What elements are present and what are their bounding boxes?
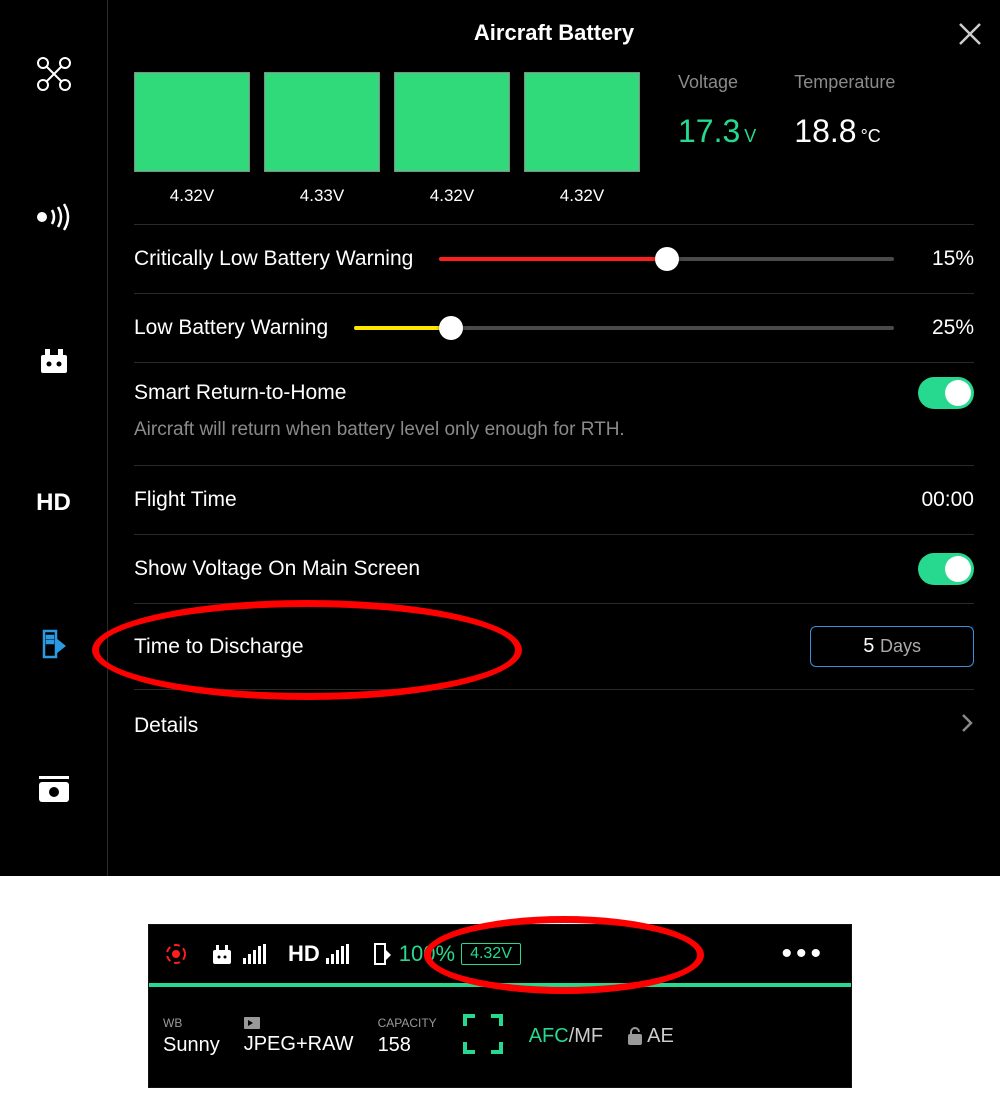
- cell-level-indicator: [134, 72, 250, 172]
- sidebar-item-hd[interactable]: HD: [30, 479, 78, 527]
- sidebar-item-aircraft[interactable]: [30, 50, 78, 98]
- settings-sidebar: HD: [0, 0, 108, 876]
- row-label: Show Voltage On Main Screen: [134, 557, 420, 581]
- cell-voltage: 4.32V: [170, 186, 214, 206]
- battery-cells-row: 4.32V 4.33V 4.32V 4.32V Voltage 17.3V: [134, 72, 974, 224]
- low-warning-row: Low Battery Warning 25%: [134, 293, 974, 362]
- battery-percent: 100%: [399, 941, 455, 967]
- critical-value: 15%: [920, 247, 974, 271]
- temperature-label: Temperature: [794, 72, 895, 93]
- close-icon: [954, 18, 986, 50]
- focus-frame-icon[interactable]: [461, 1012, 505, 1061]
- voltage-value: 17.3V: [678, 113, 756, 150]
- flight-time-row: Flight Time 00:00: [134, 465, 974, 534]
- show-voltage-row: Show Voltage On Main Screen: [134, 534, 974, 603]
- page-title: Aircraft Battery: [134, 20, 974, 46]
- sidebar-item-sensors[interactable]: [30, 193, 78, 241]
- row-label: Critically Low Battery Warning: [134, 247, 413, 271]
- discharge-selector[interactable]: 5 Days: [810, 626, 974, 667]
- gimbal-icon: [36, 628, 72, 664]
- ae-lock-setting[interactable]: AE: [627, 1025, 674, 1048]
- rc-signal-icon[interactable]: [211, 942, 266, 966]
- smart-rth-description: Aircraft will return when battery level …: [134, 419, 974, 441]
- battery-voltage-badge: 4.32V: [461, 943, 521, 965]
- camera-icon: [37, 774, 71, 804]
- cell-voltage: 4.33V: [300, 186, 344, 206]
- unlock-icon: [627, 1027, 643, 1045]
- aircraft-battery-settings-panel: HD Aircraft Battery: [0, 0, 1000, 876]
- camera-hud-preview: HD 100% 4.32V ••• WB Sunny JPEG+RAW CAPA…: [148, 924, 852, 1088]
- show-voltage-toggle[interactable]: [918, 553, 974, 585]
- cell-level-indicator: [264, 72, 380, 172]
- format-setting[interactable]: JPEG+RAW: [244, 1017, 354, 1056]
- row-label: Smart Return-to-Home: [134, 381, 346, 405]
- cell-level-indicator: [394, 72, 510, 172]
- cell-level-indicator: [524, 72, 640, 172]
- battery-status-group[interactable]: 100% 4.32V: [371, 941, 521, 967]
- sidebar-item-battery[interactable]: [30, 336, 78, 384]
- battery-icon: [37, 343, 71, 377]
- time-to-discharge-row: Time to Discharge 5 Days: [134, 603, 974, 689]
- battery-gimbal-icon: [371, 941, 393, 967]
- cell-voltage: 4.32V: [560, 186, 604, 206]
- chevron-right-icon: [960, 712, 974, 740]
- battery-cell-4: 4.32V: [524, 72, 640, 206]
- hud-status-bar: HD 100% 4.32V •••: [149, 925, 851, 987]
- capacity-setting[interactable]: CAPACITY 158: [378, 1016, 437, 1057]
- settings-main: Aircraft Battery 4.32V 4.33V 4.32V 4.32V: [108, 0, 1000, 876]
- row-label: Low Battery Warning: [134, 316, 328, 340]
- row-label: Details: [134, 714, 198, 738]
- voltage-label: Voltage: [678, 72, 756, 93]
- flight-time-value: 00:00: [921, 488, 974, 512]
- row-label: Flight Time: [134, 488, 237, 512]
- smart-rth-toggle[interactable]: [918, 377, 974, 409]
- sensor-icon: [34, 202, 74, 232]
- hd-signal-icon[interactable]: HD: [288, 941, 349, 967]
- wb-setting[interactable]: WB Sunny: [163, 1016, 220, 1057]
- critically-low-warning-row: Critically Low Battery Warning 15%: [134, 224, 974, 293]
- smart-rth-row: Smart Return-to-Home Aircraft will retur…: [134, 362, 974, 465]
- close-button[interactable]: [954, 18, 986, 50]
- row-label: Time to Discharge: [134, 635, 304, 659]
- hud-camera-params: WB Sunny JPEG+RAW CAPACITY 158 AFC/MF AE: [149, 987, 851, 1085]
- temperature-value: 18.8°C: [794, 113, 895, 150]
- details-row[interactable]: Details: [134, 689, 974, 762]
- voltage-temperature-block: Voltage 17.3V Temperature 18.8°C: [678, 72, 895, 150]
- battery-cell-2: 4.33V: [264, 72, 380, 206]
- sidebar-item-camera[interactable]: [30, 765, 78, 813]
- cell-voltage: 4.32V: [430, 186, 474, 206]
- vision-status-icon[interactable]: [163, 941, 189, 967]
- sidebar-item-gimbal[interactable]: [30, 622, 78, 670]
- battery-cell-3: 4.32V: [394, 72, 510, 206]
- more-menu-button[interactable]: •••: [781, 937, 825, 971]
- focus-mode-setting[interactable]: AFC/MF: [529, 1025, 603, 1048]
- battery-cell-1: 4.32V: [134, 72, 250, 206]
- critical-slider[interactable]: [439, 254, 894, 264]
- low-slider[interactable]: [354, 323, 894, 333]
- drone-icon: [36, 56, 72, 92]
- low-value: 25%: [920, 316, 974, 340]
